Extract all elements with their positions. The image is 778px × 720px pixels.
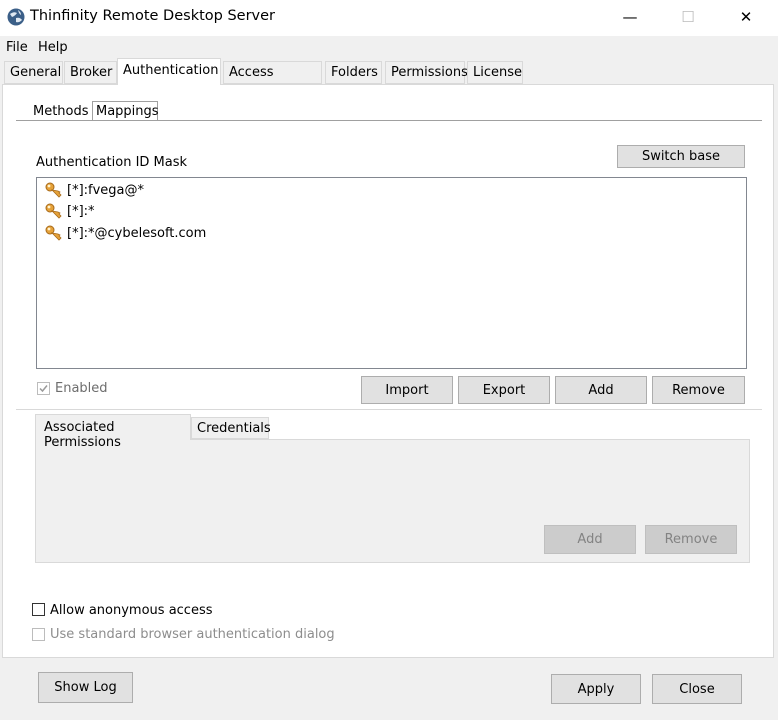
list-item[interactable]: [*]:fvega@* bbox=[45, 180, 144, 200]
window-title: Thinfinity Remote Desktop Server bbox=[30, 8, 276, 24]
close-window-button[interactable]: ✕ bbox=[723, 0, 769, 34]
checkmark-icon bbox=[39, 385, 48, 393]
tab-license[interactable]: License bbox=[467, 61, 523, 84]
list-item[interactable]: [*]:*@cybelesoft.com bbox=[45, 223, 206, 243]
key-icon bbox=[45, 182, 62, 198]
tab-access-profiles[interactable]: Access Profiles bbox=[223, 61, 322, 102]
inner-tab-panel bbox=[35, 439, 750, 563]
add-permission-button[interactable]: Add bbox=[544, 525, 636, 554]
title-bar: Thinfinity Remote Desktop Server — ☐ ✕ bbox=[0, 0, 778, 36]
tab-permissions[interactable]: Permissions bbox=[385, 61, 468, 84]
list-item-label: [*]:* bbox=[67, 203, 95, 219]
tab-general[interactable]: General bbox=[4, 61, 63, 84]
apply-button[interactable]: Apply bbox=[551, 674, 641, 704]
minimize-button[interactable]: — bbox=[607, 0, 653, 34]
show-log-button[interactable]: Show Log bbox=[38, 672, 133, 703]
enabled-checkbox[interactable] bbox=[37, 382, 50, 395]
switch-base-button[interactable]: Switch base bbox=[617, 145, 745, 168]
maximize-icon: ☐ bbox=[681, 8, 695, 26]
menu-file[interactable]: File bbox=[6, 40, 28, 55]
remove-mapping-button[interactable]: Remove bbox=[652, 376, 745, 404]
key-icon bbox=[45, 225, 62, 241]
mask-label: Authentication ID Mask bbox=[36, 155, 188, 170]
authentication-panel bbox=[2, 84, 774, 658]
tab-associated-permissions[interactable]: Associated Permissions bbox=[35, 414, 191, 450]
menu-help[interactable]: Help bbox=[38, 40, 68, 55]
section-divider bbox=[16, 409, 762, 410]
tab-credentials[interactable]: Credentials bbox=[191, 417, 271, 439]
add-mapping-button[interactable]: Add bbox=[555, 376, 647, 404]
anonymous-access-label: Allow anonymous access bbox=[50, 603, 213, 618]
subtab-methods[interactable]: Methods bbox=[33, 104, 89, 119]
tab-broker[interactable]: Broker bbox=[64, 61, 117, 84]
maximize-button[interactable]: ☐ bbox=[665, 0, 711, 34]
browser-auth-checkbox[interactable] bbox=[32, 628, 45, 641]
close-button[interactable]: Close bbox=[652, 674, 742, 704]
list-item[interactable]: [*]:* bbox=[45, 201, 95, 221]
anonymous-access-checkbox[interactable] bbox=[32, 603, 45, 616]
list-item-label: [*]:fvega@* bbox=[67, 182, 145, 198]
key-icon bbox=[45, 203, 62, 219]
subtab-mappings: Mappings bbox=[96, 104, 159, 119]
enabled-label: Enabled bbox=[55, 381, 108, 396]
list-item-label: [*]:*@cybelesoft.com bbox=[67, 225, 207, 241]
close-icon: ✕ bbox=[739, 8, 753, 26]
export-button[interactable]: Export bbox=[458, 376, 550, 404]
tab-credentials-label: Credentials bbox=[197, 421, 271, 436]
import-button[interactable]: Import bbox=[361, 376, 453, 404]
tab-authentication[interactable]: Authentication bbox=[117, 58, 221, 85]
subtab-divider bbox=[16, 120, 762, 121]
browser-auth-label: Use standard browser authentication dial… bbox=[50, 627, 335, 642]
mask-list[interactable]: [*]:fvega@* [*]:* [*]:*@cybelesoft.com bbox=[36, 177, 747, 369]
subtab-mappings-frame[interactable]: Mappings bbox=[92, 101, 159, 121]
minimize-icon: — bbox=[622, 8, 638, 26]
tab-associated-permissions-label: Associated Permissions bbox=[44, 420, 121, 450]
remove-permission-button[interactable]: Remove bbox=[645, 525, 737, 554]
app-globe-icon bbox=[7, 8, 25, 26]
tab-folders[interactable]: Folders bbox=[325, 61, 382, 84]
